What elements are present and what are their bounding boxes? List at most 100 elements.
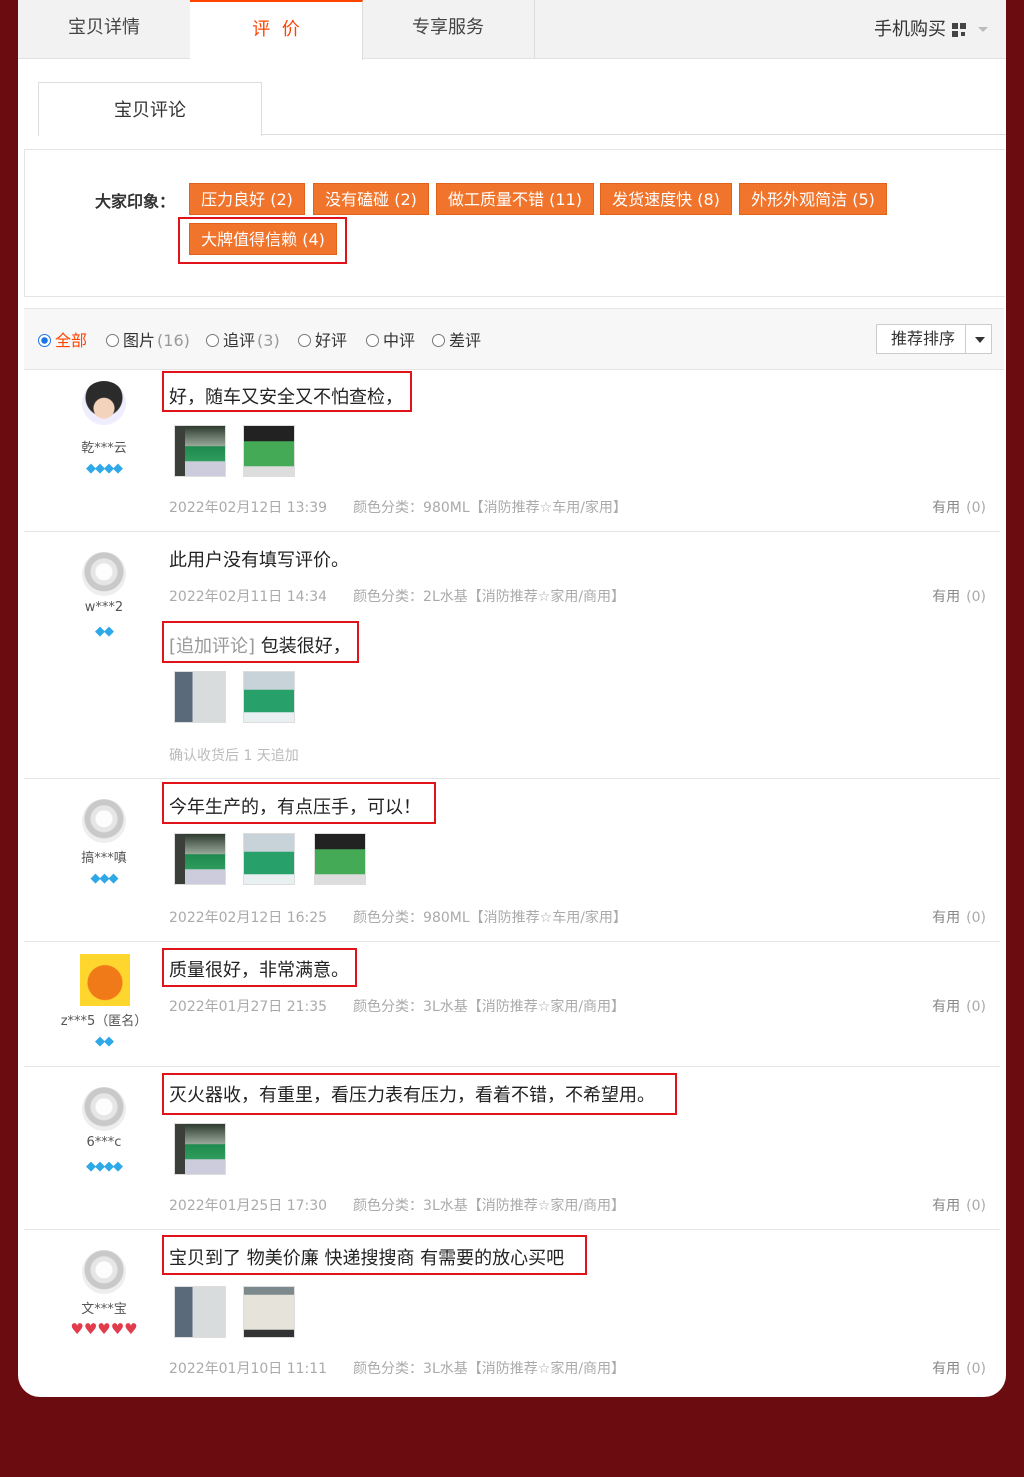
filter-all[interactable]: 全部 <box>38 327 87 351</box>
filter-count: (3) <box>257 331 280 350</box>
useful-button[interactable]: 有用 (0) <box>932 996 986 1016</box>
username: z***5（匿名） <box>60 1014 148 1029</box>
filter-label: 追评 <box>223 331 256 350</box>
filter-count: (16) <box>157 331 190 350</box>
review-sku: 颜色分类：980ML【消防推荐☆车用/家用】 <box>353 910 627 926</box>
useful-label: 有用 <box>932 1198 961 1214</box>
review-photo[interactable] <box>243 425 295 477</box>
radio-icon <box>206 334 219 347</box>
highlight-box <box>162 1073 677 1115</box>
review-panel: 宝贝详情 评 价 专享服务 手机购买 宝贝评论 大家印象： 压力良好 (2) 没… <box>18 0 1006 1397</box>
useful-count: (0) <box>966 589 986 605</box>
useful-button[interactable]: 有用 (0) <box>932 907 986 927</box>
review-photo[interactable] <box>174 425 226 477</box>
tab-reviews[interactable]: 评 价 <box>190 0 363 60</box>
review-sku: 颜色分类：2L水基【消防推荐☆家用/商用】 <box>353 589 626 605</box>
review-photo[interactable] <box>174 1123 226 1175</box>
review-date: 2022年02月12日 16:25 <box>169 910 328 926</box>
avatar <box>82 552 126 596</box>
review-item: 文***宝 ♥♥♥♥♥ 宝贝到了 物美价廉 快递搜搜商 有需要的放心买吧 202… <box>24 1230 1000 1392</box>
useful-count: (0) <box>966 1198 986 1214</box>
tab-exclusive-service[interactable]: 专享服务 <box>362 0 535 58</box>
rank-hearts-icon: ♥♥♥♥♥ <box>70 1320 138 1338</box>
review-meta: 2022年02月12日 16:25 颜色分类：980ML【消防推荐☆车用/家用】 <box>169 907 627 927</box>
useful-count: (0) <box>966 1361 986 1377</box>
impression-tag[interactable]: 发货速度快 (8) <box>600 183 732 215</box>
username: 乾***云 <box>81 441 127 456</box>
highlight-box <box>162 621 359 663</box>
useful-label: 有用 <box>932 910 961 926</box>
chevron-down-icon <box>978 27 988 32</box>
filter-positive[interactable]: 好评 <box>298 327 347 351</box>
review-item: 乾***云 ◆◆◆◆ 好，随车又安全又不怕查检， 2022年02月12日 13:… <box>24 369 1000 532</box>
review-photo[interactable] <box>314 833 366 885</box>
avatar <box>82 1250 126 1294</box>
impression-tag[interactable]: 做工质量不错 (11) <box>436 183 594 215</box>
avatar <box>82 1087 126 1131</box>
impressions-box: 大家印象： 压力良好 (2) 没有磕碰 (2) 做工质量不错 (11) 发货速度… <box>24 149 1005 297</box>
useful-button[interactable]: 有用 (0) <box>932 497 986 517</box>
highlight-box <box>162 371 412 412</box>
tab-label: 评 价 <box>252 19 300 40</box>
rank-gems-icon: ◆◆ <box>95 1034 114 1049</box>
review-meta: 2022年01月10日 11:11 颜色分类：3L水基【消防推荐☆家用/商用】 <box>169 1358 625 1378</box>
review-photo[interactable] <box>174 671 226 723</box>
review-meta: 2022年02月12日 13:39 颜色分类：980ML【消防推荐☆车用/家用】 <box>169 497 627 517</box>
review-item: 6***c ◆◆◆◆ 灭火器收，有重里，看压力表有压力，看着不错，不希望用。 2… <box>24 1067 1000 1230</box>
highlight-box <box>178 217 347 264</box>
highlight-box <box>162 948 357 987</box>
review-date: 2022年02月11日 14:34 <box>169 589 328 605</box>
useful-count: (0) <box>966 910 986 926</box>
filter-negative[interactable]: 差评 <box>432 327 481 351</box>
filter-followup[interactable]: 追评 (3) <box>206 327 280 351</box>
filter-pictures[interactable]: 图片 (16) <box>106 327 190 351</box>
review-photo[interactable] <box>174 1286 226 1338</box>
filter-label: 全部 <box>55 331 88 350</box>
useful-label: 有用 <box>932 589 961 605</box>
username: 文***宝 <box>81 1302 127 1317</box>
useful-button[interactable]: 有用 (0) <box>932 586 986 606</box>
rank-gems-icon: ◆◆◆◆ <box>86 1159 123 1174</box>
impression-tag[interactable]: 压力良好 (2) <box>189 183 305 215</box>
review-filter-bar: 全部 图片 (16) 追评 (3) 好评 中评 差评 推荐排序 <box>24 308 1004 370</box>
useful-count: (0) <box>966 500 986 516</box>
review-photo[interactable] <box>243 1286 295 1338</box>
review-item: z***5（匿名） ◆◆ 质量很好，非常满意。 2022年01月27日 21:3… <box>24 942 1000 1067</box>
useful-label: 有用 <box>932 500 961 516</box>
username: 6***c <box>86 1135 122 1150</box>
tab-label: 专享服务 <box>412 17 484 38</box>
sort-dropdown[interactable]: 推荐排序 <box>876 324 992 354</box>
tab-product-comments[interactable]: 宝贝评论 <box>38 82 262 136</box>
filter-label: 差评 <box>449 331 482 350</box>
filter-label: 中评 <box>383 331 416 350</box>
review-sku: 颜色分类：980ML【消防推荐☆车用/家用】 <box>353 500 627 516</box>
review-date: 2022年01月10日 11:11 <box>169 1361 328 1377</box>
avatar <box>80 954 130 1006</box>
review-photo[interactable] <box>243 833 295 885</box>
tab-label: 宝贝详情 <box>68 17 140 38</box>
review-sku: 颜色分类：3L水基【消防推荐☆家用/商用】 <box>353 1198 626 1214</box>
tab-product-details[interactable]: 宝贝详情 <box>18 0 191 58</box>
review-date: 2022年02月12日 13:39 <box>169 500 328 516</box>
review-item: 搞***嗔 ◆◆◆ 今年生产的，有点压手，可以！ 2022年02月12日 16:… <box>24 779 1000 942</box>
rank-gems-icon: ◆◆◆ <box>90 871 119 886</box>
review-photo[interactable] <box>174 833 226 885</box>
radio-icon <box>432 334 445 347</box>
review-meta: 2022年01月27日 21:35 颜色分类：3L水基【消防推荐☆家用/商用】 <box>169 996 625 1016</box>
radio-selected-icon <box>38 334 51 347</box>
filter-neutral[interactable]: 中评 <box>366 327 415 351</box>
subtab-label: 宝贝评论 <box>114 100 186 121</box>
divider <box>965 325 966 353</box>
useful-button[interactable]: 有用 (0) <box>932 1358 986 1378</box>
mobile-buy-label: 手机购买 <box>874 19 946 40</box>
filter-label: 好评 <box>315 331 348 350</box>
avatar <box>82 381 126 425</box>
tab-bar: 宝贝详情 评 价 专享服务 手机购买 <box>18 0 1006 60</box>
review-photo[interactable] <box>243 671 295 723</box>
impression-tag[interactable]: 没有磕碰 (2) <box>313 183 429 215</box>
mobile-buy-button[interactable]: 手机购买 <box>874 0 988 58</box>
rank-gems-icon: ◆◆ <box>95 624 114 639</box>
impression-tag[interactable]: 外形外观简洁 (5) <box>739 183 887 215</box>
useful-button[interactable]: 有用 (0) <box>932 1195 986 1215</box>
review-item: w***2 ◆◆ 此用户没有填写评价。 2022年02月11日 14:34 颜色分… <box>24 532 1000 779</box>
